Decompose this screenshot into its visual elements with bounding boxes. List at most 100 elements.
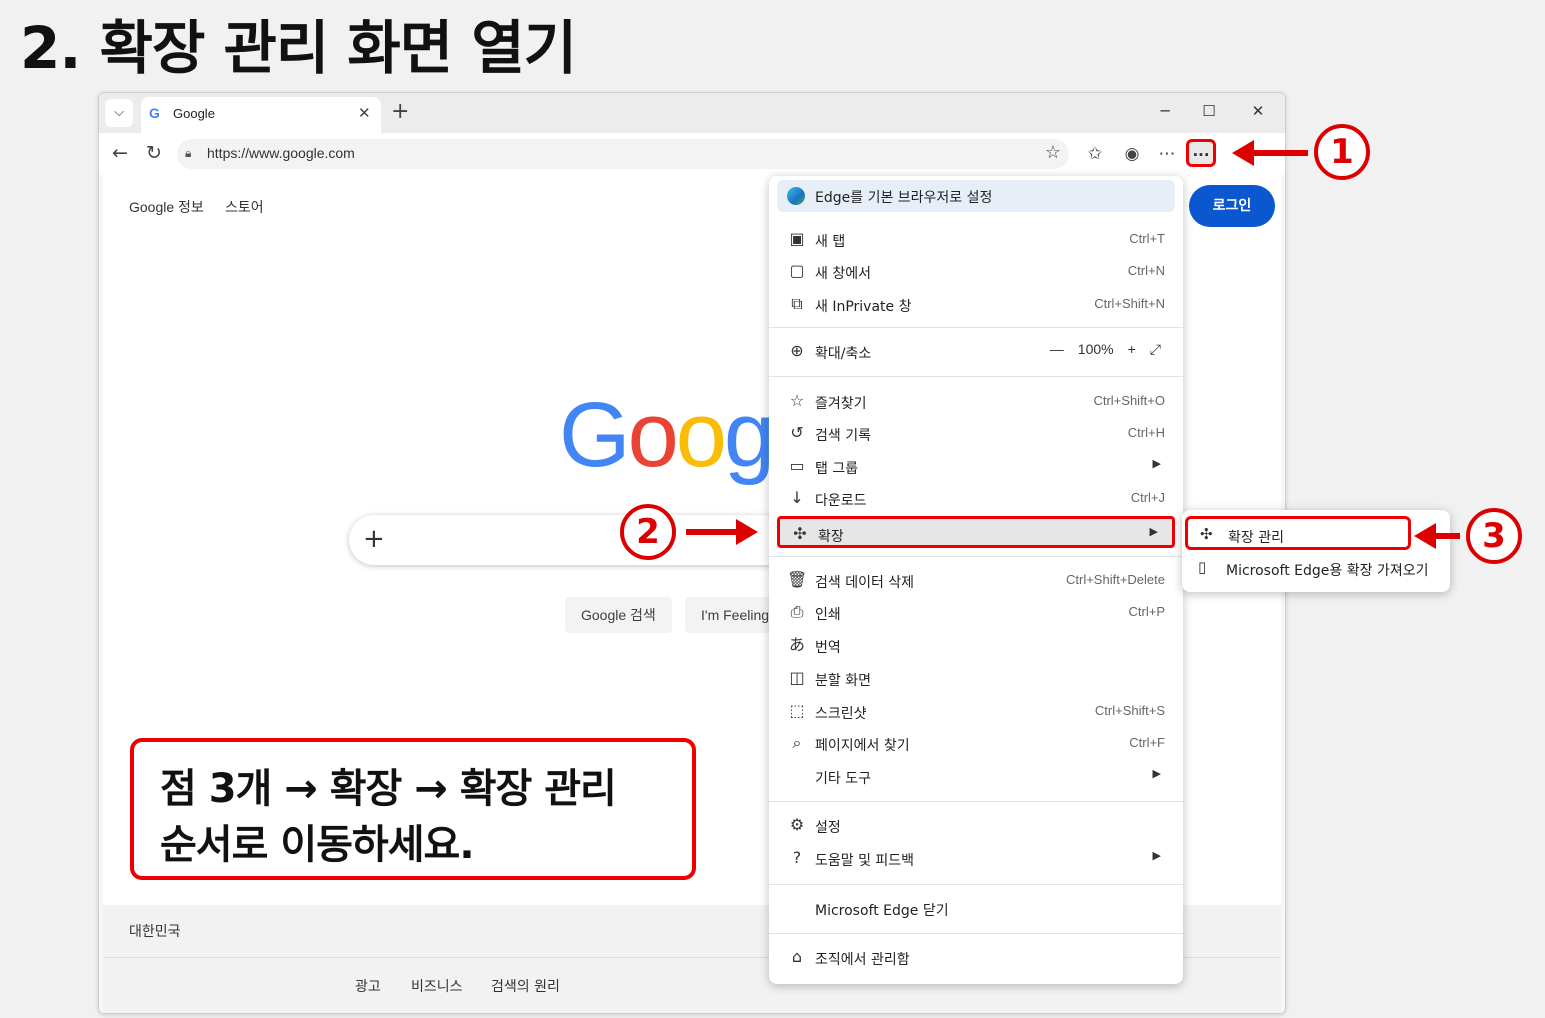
address-bar[interactable]: 🔒︎ https://www.google.com ☆ [177,139,1069,169]
close-window-icon[interactable]: ✕ [1243,102,1273,120]
menu-item-7[interactable]: ↓ 다운로드 Ctrl+J [777,483,1175,515]
menu-item-shortcut: Ctrl+Shift+Delete [1066,572,1165,587]
menu-divider [769,884,1183,885]
menu-item-shortcut: Ctrl+J [1130,490,1165,505]
fullscreen-icon[interactable]: ⤢ [1150,341,1161,358]
menu-item-label: 기타 도구 [815,771,871,787]
menu-item-3[interactable]: ⊕ 확대/축소 — 100% + ⤢ [777,336,1175,368]
tab-actions-chevron-icon[interactable]: ⌵ [105,99,133,127]
menu-item-11[interactable]: あ 번역 [777,630,1175,662]
extensions-icon: ✣ [1200,525,1213,543]
menu-item-label: 스크린샷 [815,706,867,722]
menu-divider [769,556,1183,557]
step3-badge: 3 [1466,508,1522,564]
menu-divider [769,801,1183,802]
footer-link-how-search-works[interactable]: 검색의 원리 [491,976,560,996]
logo-letter: G [559,384,631,486]
submenu-item-0[interactable]: ✣ 확장 관리 [1185,516,1411,550]
logo-letter: o [675,384,727,486]
menu-item-16[interactable]: ⚙ 설정 [777,810,1175,842]
store-link[interactable]: 스토어 [225,197,264,217]
menu-item-shortcut: Ctrl+T [1129,231,1165,246]
profile-avatar-icon[interactable]: ◉ [1119,142,1145,166]
plus-icon[interactable]: + [363,524,385,554]
tab-close-icon[interactable]: ✕ [358,104,371,122]
overflow-dots-icon[interactable]: ⋯ [1154,142,1180,166]
callout-line-1: 점 3개 → 확장 → 확장 관리 [160,766,617,812]
menu-item-15[interactable]: 기타 도구 ▶ [777,761,1175,793]
menu-divider [769,327,1183,328]
menu-item-6[interactable]: ▭ 탭 그룹 ▶ [777,451,1175,483]
help-icon: ? [792,848,802,867]
menu-item-14[interactable]: ⌕ 페이지에서 찾기 Ctrl+F [777,728,1175,760]
extensions-icon: ✣ [793,524,807,543]
menu-item-1[interactable]: ▢ 새 창에서 Ctrl+N [777,256,1175,288]
step1-badge: 1 [1314,124,1370,180]
refresh-icon[interactable]: ↻ [141,141,167,165]
screenshot-icon: ⬚ [789,701,805,720]
google-logo: Goog [559,380,775,490]
tab-google[interactable]: G Google ✕ [141,97,381,133]
menu-item-shortcut: Ctrl+N [1127,263,1165,278]
zoom-controls: — 100% + ⤢ [1036,341,1161,358]
delete-icon: 🗑 [787,570,808,589]
step1-arrow [1252,150,1308,156]
new-tab-plus-icon[interactable]: + [391,99,409,125]
menu-item-label: 즐겨찾기 [815,396,867,412]
menu-item-9[interactable]: 🗑 검색 데이터 삭제 Ctrl+Shift+Delete [777,565,1175,597]
login-button[interactable]: 로그인 [1189,185,1275,227]
tab-groups-icon: ▭ [789,456,805,475]
submenu-arrow-icon: ▶ [1152,767,1161,780]
settings-and-more-button[interactable]: ··· [1186,139,1216,167]
menu-item-label: 페이지에서 찾기 [815,738,910,754]
logo-letter: o [627,384,679,486]
split-screen-icon: ◫ [789,668,805,687]
menu-item-label: 새 InPrivate 창 [815,299,912,315]
step2-arrow-head [736,519,758,545]
google-search-button[interactable]: Google 검색 [565,597,672,633]
menu-item-shortcut: Ctrl+Shift+O [1093,393,1165,408]
footer-link-business[interactable]: 비즈니스 [411,976,463,996]
menu-item-8[interactable]: ✣ 확장 ▶ [777,516,1175,548]
menu-item-label: 도움말 및 피드백 [815,853,915,869]
maximize-icon[interactable]: ☐ [1194,102,1224,120]
menu-item-12[interactable]: ◫ 분할 화면 [777,663,1175,695]
store-icon: ▯ [1198,558,1207,576]
menu-item-17[interactable]: ? 도움말 및 피드백 ▶ [777,843,1175,875]
favorites-list-icon[interactable]: ✩ [1082,142,1108,166]
download-icon: ↓ [790,488,804,507]
menu-item-label: 새 탭 [815,234,846,250]
menu-item-5[interactable]: ↺ 검색 기록 Ctrl+H [777,418,1175,450]
default-browser-banner[interactable]: Edge를 기본 브라우저로 설정 [777,180,1175,212]
footer-link-ads[interactable]: 광고 [355,976,381,996]
submenu-arrow-icon: ▶ [1149,525,1158,538]
menu-item-label: 조직에서 관리함 [815,952,910,968]
minimize-icon[interactable]: ─ [1150,102,1180,120]
zoom-in-icon[interactable]: + [1128,341,1136,357]
zoom-level: 100% [1077,341,1114,357]
menu-item-18[interactable]: Microsoft Edge 닫기 [777,893,1175,925]
menu-item-0[interactable]: ▣ 새 탭 Ctrl+T [777,224,1175,256]
google-favicon-icon: G [149,105,160,121]
menu-item-13[interactable]: ⬚ 스크린샷 Ctrl+Shift+S [777,696,1175,728]
submenu-item-label: Microsoft Edge용 확장 가져오기 [1226,563,1429,579]
menu-item-19[interactable]: ⌂ 조직에서 관리함 [777,942,1175,974]
find-icon: ⌕ [792,733,802,752]
favorite-star-icon[interactable]: ☆ [1045,142,1061,163]
menu-item-10[interactable]: ⎙ 인쇄 Ctrl+P [777,597,1175,629]
menu-item-label: 설정 [815,820,841,836]
menu-item-shortcut: Ctrl+Shift+S [1094,703,1165,718]
back-arrow-icon[interactable]: ← [107,141,133,165]
menu-item-label: 검색 데이터 삭제 [815,575,915,591]
history-icon: ↺ [790,423,804,442]
about-google-link[interactable]: Google 정보 [129,197,204,217]
submenu-item-1[interactable]: ▯ Microsoft Edge용 확장 가져오기 [1186,552,1446,584]
menu-item-label: 확장 [818,529,844,545]
menu-item-label: 탭 그룹 [815,461,859,477]
organization-icon: ⌂ [791,947,803,966]
menu-item-2[interactable]: ⧉ 새 InPrivate 창 Ctrl+Shift+N [777,289,1175,321]
menu-item-shortcut: Ctrl+P [1128,604,1165,619]
new-window-icon: ▢ [789,261,805,280]
menu-item-4[interactable]: ☆ 즐겨찾기 Ctrl+Shift+O [777,386,1175,418]
zoom-out-icon[interactable]: — [1050,341,1064,357]
